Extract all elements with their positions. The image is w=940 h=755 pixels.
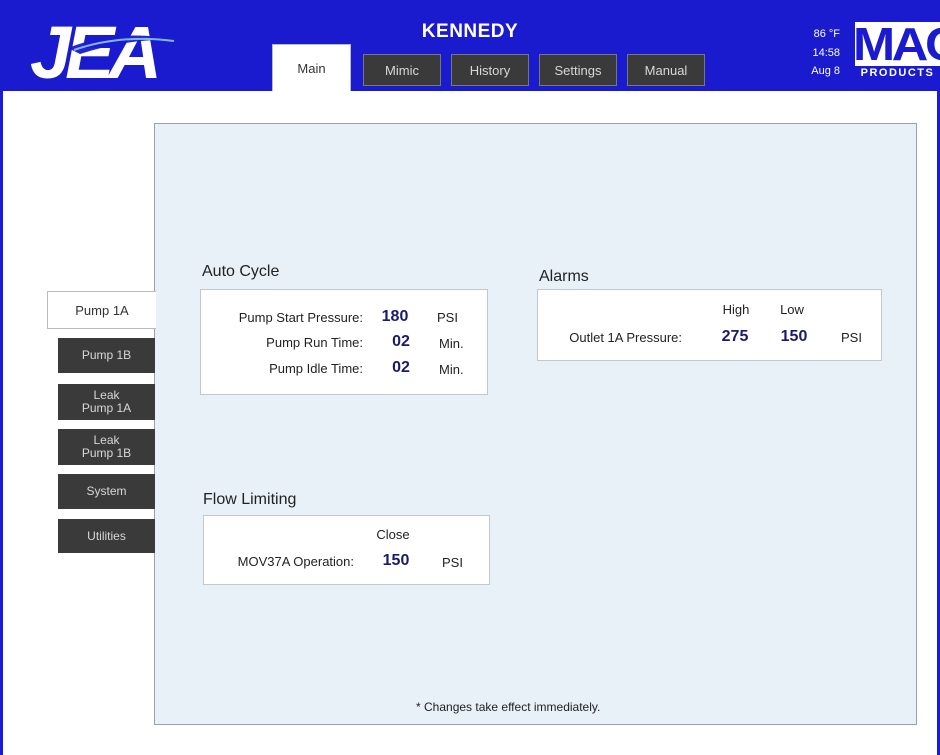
- alarms-box: High Low Outlet 1A Pressure: 275 150 PSI: [537, 289, 882, 361]
- mov37a-close-value[interactable]: 150: [374, 552, 418, 570]
- pump-start-pressure-unit: PSI: [437, 310, 458, 325]
- outlet-1a-unit: PSI: [841, 330, 862, 345]
- time-readout: 14:58: [812, 47, 840, 59]
- pump-run-time-value[interactable]: 02: [383, 333, 419, 351]
- outlet-1a-high-value[interactable]: 275: [715, 328, 755, 346]
- sidebar-item-pump-1a[interactable]: Pump 1A: [47, 291, 156, 329]
- jea-logo: JEA: [30, 11, 178, 86]
- mov37a-operation-label: MOV37A Operation:: [237, 554, 354, 569]
- auto-cycle-box: Pump Start Pressure: 180 PSI Pump Run Ti…: [200, 289, 488, 395]
- tab-settings[interactable]: Settings: [539, 54, 617, 86]
- changes-note: * Changes take effect immediately.: [416, 700, 601, 714]
- mac-products-logo: MAC PRODUCTS: [853, 18, 940, 82]
- header-bar: JEA KENNEDY Main Mimic History Settings …: [0, 0, 940, 91]
- flow-limiting-title: Flow Limiting: [203, 491, 297, 508]
- pump-start-pressure-label: Pump Start Pressure:: [238, 310, 363, 325]
- tab-manual[interactable]: Manual: [627, 54, 705, 86]
- sidebar-item-leak-pump-1a[interactable]: Leak Pump 1A: [58, 384, 155, 420]
- pump-run-time-label: Pump Run Time:: [266, 335, 363, 350]
- sidebar-item-pump-1b[interactable]: Pump 1B: [58, 338, 155, 373]
- flow-limiting-box: Close MOV37A Operation: 150 PSI: [203, 515, 490, 585]
- temperature-readout: 86 °F: [813, 28, 840, 40]
- outlet-1a-low-value[interactable]: 150: [774, 328, 814, 346]
- pump-start-pressure-value[interactable]: 180: [377, 308, 413, 326]
- auto-cycle-title: Auto Cycle: [202, 263, 280, 280]
- sidebar-item-utilities[interactable]: Utilities: [58, 519, 155, 553]
- tab-main[interactable]: Main: [272, 44, 351, 91]
- date-readout: Aug 8: [811, 65, 840, 77]
- pump-idle-time-label: Pump Idle Time:: [269, 361, 363, 376]
- alarms-low-header: Low: [780, 302, 804, 317]
- tab-history[interactable]: History: [451, 54, 529, 86]
- tab-mimic[interactable]: Mimic: [363, 54, 441, 86]
- sidebar-item-system[interactable]: System: [58, 474, 155, 509]
- pump-run-time-unit: Min.: [439, 336, 464, 351]
- alarms-title: Alarms: [539, 268, 589, 285]
- alarms-high-header: High: [722, 302, 750, 317]
- pump-idle-time-value[interactable]: 02: [383, 359, 419, 377]
- outlet-1a-pressure-label: Outlet 1A Pressure:: [569, 330, 682, 345]
- pump-idle-time-unit: Min.: [439, 362, 464, 377]
- sidebar-item-leak-pump-1b[interactable]: Leak Pump 1B: [58, 429, 155, 465]
- mov37a-unit: PSI: [442, 555, 463, 570]
- flow-close-header: Close: [376, 527, 410, 542]
- station-title: KENNEDY: [421, 21, 519, 42]
- main-panel: [154, 123, 917, 725]
